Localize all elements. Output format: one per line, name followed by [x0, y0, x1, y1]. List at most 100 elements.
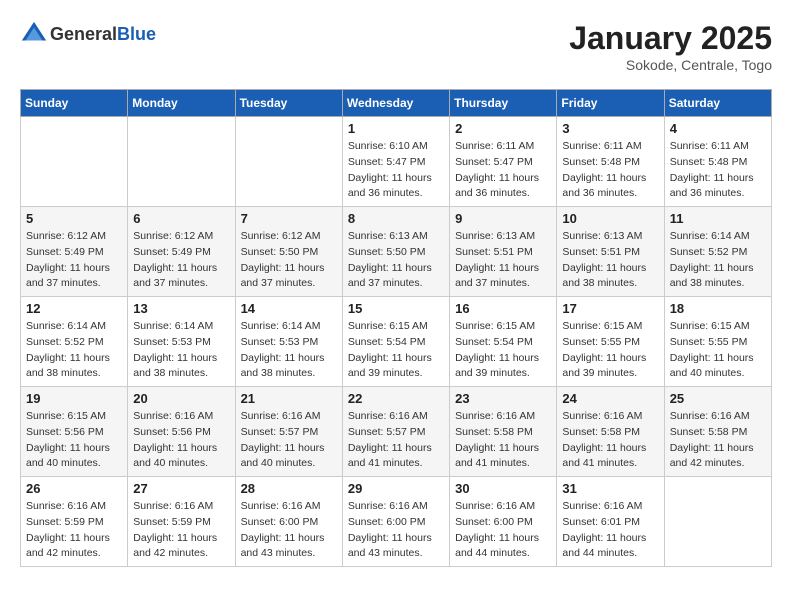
- calendar-day-cell: 30Sunrise: 6:16 AM Sunset: 6:00 PM Dayli…: [450, 477, 557, 567]
- logo: GeneralBlue: [20, 20, 156, 48]
- day-number: 8: [348, 211, 444, 226]
- title-block: January 2025 Sokode, Centrale, Togo: [569, 20, 772, 73]
- calendar-day-cell: 27 Sunrise: 6:16 AM Sunset: 5:59 PM Dayli…: [128, 477, 235, 567]
- calendar-day-cell: [128, 117, 235, 207]
- calendar-day-cell: 14 Sunrise: 6:14 AM Sunset: 5:53 PM Dayli…: [235, 297, 342, 387]
- calendar-day-cell: 8 Sunrise: 6:13 AM Sunset: 5:50 PM Daylig…: [342, 207, 449, 297]
- day-number: 11: [670, 211, 766, 226]
- day-info: Sunrise: 6:15 AM Sunset: 5:55 PM Dayligh…: [562, 319, 658, 382]
- weekday-header-cell: Sunday: [21, 90, 128, 117]
- day-info: Sunrise: 6:15 AM Sunset: 5:54 PM Dayligh…: [348, 319, 444, 382]
- day-info: Sunrise: 6:16 AM Sunset: 5:58 PM Dayligh…: [670, 409, 766, 472]
- weekday-header-cell: Saturday: [664, 90, 771, 117]
- day-info: Sunrise: 6:15 AM Sunset: 5:54 PM Dayligh…: [455, 319, 551, 382]
- calendar-day-cell: 17 Sunrise: 6:15 AM Sunset: 5:55 PM Dayli…: [557, 297, 664, 387]
- calendar-day-cell: 2Sunrise: 6:11 AM Sunset: 5:47 PM Daylig…: [450, 117, 557, 207]
- day-number: 27: [133, 481, 229, 496]
- day-info: Sunrise: 6:16 AM Sunset: 5:56 PM Dayligh…: [133, 409, 229, 472]
- calendar-day-cell: 1Sunrise: 6:10 AM Sunset: 5:47 PM Daylig…: [342, 117, 449, 207]
- calendar-day-cell: 31Sunrise: 6:16 AM Sunset: 6:01 PM Dayli…: [557, 477, 664, 567]
- day-number: 14: [241, 301, 337, 316]
- day-number: 3: [562, 121, 658, 136]
- calendar-day-cell: 23Sunrise: 6:16 AM Sunset: 5:58 PM Dayli…: [450, 387, 557, 477]
- calendar-week-row: 5 Sunrise: 6:12 AM Sunset: 5:49 PM Daylig…: [21, 207, 772, 297]
- calendar-table: SundayMondayTuesdayWednesdayThursdayFrid…: [20, 89, 772, 567]
- day-number: 24: [562, 391, 658, 406]
- day-info: Sunrise: 6:13 AM Sunset: 5:51 PM Dayligh…: [562, 229, 658, 292]
- day-number: 4: [670, 121, 766, 136]
- day-number: 20: [133, 391, 229, 406]
- calendar-day-cell: 26Sunrise: 6:16 AM Sunset: 5:59 PM Dayli…: [21, 477, 128, 567]
- calendar-day-cell: 11 Sunrise: 6:14 AM Sunset: 5:52 PM Dayli…: [664, 207, 771, 297]
- day-info: Sunrise: 6:16 AM Sunset: 5:59 PM Dayligh…: [133, 499, 229, 562]
- day-number: 10: [562, 211, 658, 226]
- day-info: Sunrise: 6:16 AM Sunset: 5:58 PM Dayligh…: [455, 409, 551, 472]
- calendar-day-cell: 19 Sunrise: 6:15 AM Sunset: 5:56 PM Dayli…: [21, 387, 128, 477]
- weekday-header-cell: Tuesday: [235, 90, 342, 117]
- day-info: Sunrise: 6:11 AM Sunset: 5:48 PM Dayligh…: [562, 139, 658, 202]
- calendar-day-cell: [664, 477, 771, 567]
- calendar-day-cell: 7Sunrise: 6:12 AM Sunset: 5:50 PM Daylig…: [235, 207, 342, 297]
- calendar-day-cell: 3 Sunrise: 6:11 AM Sunset: 5:48 PM Daylig…: [557, 117, 664, 207]
- day-number: 5: [26, 211, 122, 226]
- day-number: 9: [455, 211, 551, 226]
- calendar-week-row: 26Sunrise: 6:16 AM Sunset: 5:59 PM Dayli…: [21, 477, 772, 567]
- day-info: Sunrise: 6:16 AM Sunset: 5:57 PM Dayligh…: [241, 409, 337, 472]
- calendar-day-cell: 12 Sunrise: 6:14 AM Sunset: 5:52 PM Dayli…: [21, 297, 128, 387]
- day-info: Sunrise: 6:11 AM Sunset: 5:48 PM Dayligh…: [670, 139, 766, 202]
- calendar-day-cell: 10 Sunrise: 6:13 AM Sunset: 5:51 PM Dayli…: [557, 207, 664, 297]
- calendar-day-cell: 28Sunrise: 6:16 AM Sunset: 6:00 PM Dayli…: [235, 477, 342, 567]
- calendar-day-cell: 5 Sunrise: 6:12 AM Sunset: 5:49 PM Daylig…: [21, 207, 128, 297]
- day-info: Sunrise: 6:16 AM Sunset: 6:00 PM Dayligh…: [455, 499, 551, 562]
- weekday-header-cell: Friday: [557, 90, 664, 117]
- day-number: 18: [670, 301, 766, 316]
- day-info: Sunrise: 6:10 AM Sunset: 5:47 PM Dayligh…: [348, 139, 444, 202]
- day-info: Sunrise: 6:16 AM Sunset: 5:59 PM Dayligh…: [26, 499, 122, 562]
- day-number: 25: [670, 391, 766, 406]
- calendar-day-cell: 9 Sunrise: 6:13 AM Sunset: 5:51 PM Daylig…: [450, 207, 557, 297]
- calendar-day-cell: 20 Sunrise: 6:16 AM Sunset: 5:56 PM Dayli…: [128, 387, 235, 477]
- calendar-week-row: 12 Sunrise: 6:14 AM Sunset: 5:52 PM Dayli…: [21, 297, 772, 387]
- location-title: Sokode, Centrale, Togo: [569, 57, 772, 73]
- calendar-day-cell: 22Sunrise: 6:16 AM Sunset: 5:57 PM Dayli…: [342, 387, 449, 477]
- day-number: 21: [241, 391, 337, 406]
- calendar-day-cell: [235, 117, 342, 207]
- day-info: Sunrise: 6:14 AM Sunset: 5:52 PM Dayligh…: [26, 319, 122, 382]
- day-info: Sunrise: 6:14 AM Sunset: 5:53 PM Dayligh…: [241, 319, 337, 382]
- day-info: Sunrise: 6:15 AM Sunset: 5:55 PM Dayligh…: [670, 319, 766, 382]
- day-number: 16: [455, 301, 551, 316]
- day-number: 13: [133, 301, 229, 316]
- day-info: Sunrise: 6:16 AM Sunset: 6:01 PM Dayligh…: [562, 499, 658, 562]
- calendar-day-cell: 15 Sunrise: 6:15 AM Sunset: 5:54 PM Dayli…: [342, 297, 449, 387]
- day-info: Sunrise: 6:12 AM Sunset: 5:49 PM Dayligh…: [133, 229, 229, 292]
- calendar-week-row: 19 Sunrise: 6:15 AM Sunset: 5:56 PM Dayli…: [21, 387, 772, 477]
- day-info: Sunrise: 6:14 AM Sunset: 5:52 PM Dayligh…: [670, 229, 766, 292]
- page-header: GeneralBlue January 2025 Sokode, Central…: [20, 20, 772, 73]
- day-info: Sunrise: 6:16 AM Sunset: 6:00 PM Dayligh…: [348, 499, 444, 562]
- calendar-day-cell: 25 Sunrise: 6:16 AM Sunset: 5:58 PM Dayli…: [664, 387, 771, 477]
- day-info: Sunrise: 6:13 AM Sunset: 5:51 PM Dayligh…: [455, 229, 551, 292]
- weekday-header-cell: Monday: [128, 90, 235, 117]
- day-number: 12: [26, 301, 122, 316]
- calendar-week-row: 1Sunrise: 6:10 AM Sunset: 5:47 PM Daylig…: [21, 117, 772, 207]
- weekday-header-cell: Thursday: [450, 90, 557, 117]
- day-number: 7: [241, 211, 337, 226]
- day-number: 19: [26, 391, 122, 406]
- day-info: Sunrise: 6:13 AM Sunset: 5:50 PM Dayligh…: [348, 229, 444, 292]
- day-info: Sunrise: 6:14 AM Sunset: 5:53 PM Dayligh…: [133, 319, 229, 382]
- day-info: Sunrise: 6:16 AM Sunset: 5:58 PM Dayligh…: [562, 409, 658, 472]
- calendar-day-cell: 18 Sunrise: 6:15 AM Sunset: 5:55 PM Dayli…: [664, 297, 771, 387]
- logo-text-blue: Blue: [117, 24, 156, 44]
- calendar-day-cell: [21, 117, 128, 207]
- day-info: Sunrise: 6:16 AM Sunset: 5:57 PM Dayligh…: [348, 409, 444, 472]
- weekday-header-cell: Wednesday: [342, 90, 449, 117]
- calendar-day-cell: 13 Sunrise: 6:14 AM Sunset: 5:53 PM Dayli…: [128, 297, 235, 387]
- day-number: 17: [562, 301, 658, 316]
- day-number: 2: [455, 121, 551, 136]
- calendar-day-cell: 24 Sunrise: 6:16 AM Sunset: 5:58 PM Dayli…: [557, 387, 664, 477]
- weekday-header-row: SundayMondayTuesdayWednesdayThursdayFrid…: [21, 90, 772, 117]
- day-number: 15: [348, 301, 444, 316]
- day-info: Sunrise: 6:15 AM Sunset: 5:56 PM Dayligh…: [26, 409, 122, 472]
- month-title: January 2025: [569, 20, 772, 57]
- day-info: Sunrise: 6:12 AM Sunset: 5:49 PM Dayligh…: [26, 229, 122, 292]
